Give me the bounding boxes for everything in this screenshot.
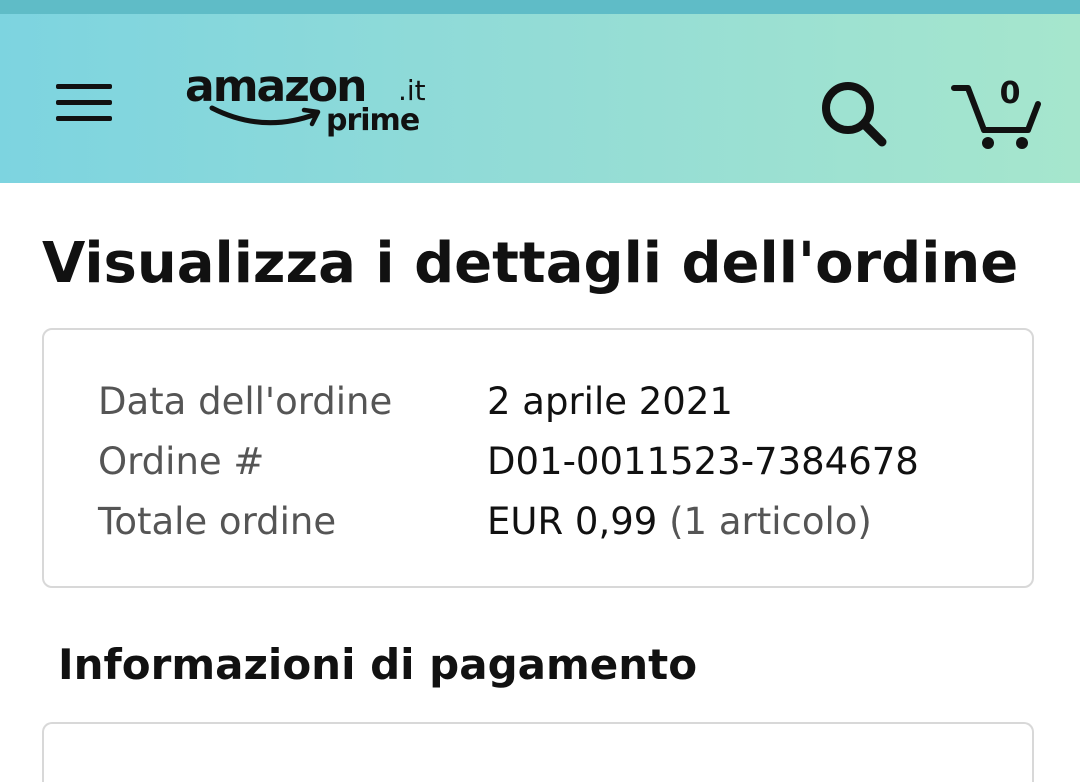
status-bar-strip bbox=[0, 0, 1080, 14]
payment-info-card bbox=[42, 722, 1034, 782]
order-date-row: Data dell'ordine 2 aprile 2021 bbox=[98, 372, 998, 432]
order-date-label: Data dell'ordine bbox=[98, 380, 393, 423]
search-button[interactable] bbox=[818, 78, 890, 150]
order-summary-card: Data dell'ordine 2 aprile 2021 Ordine # … bbox=[42, 328, 1034, 588]
order-number-row: Ordine # D01-0011523-7384678 bbox=[98, 432, 998, 492]
order-total-value-group: EUR 0,99 (1 articolo) bbox=[487, 492, 872, 552]
order-item-count: (1 articolo) bbox=[669, 500, 872, 543]
cart-button[interactable]: 0 bbox=[950, 74, 1042, 154]
order-number-value: D01-0011523-7384678 bbox=[487, 440, 919, 483]
page-title: Visualizza i dettagli dell'ordine bbox=[42, 231, 1019, 296]
amazon-prime-logo[interactable]: amazon .it prime bbox=[182, 62, 442, 152]
order-total-label: Totale ordine bbox=[98, 500, 337, 543]
search-icon bbox=[822, 82, 887, 147]
logo-prime: prime bbox=[326, 103, 420, 138]
cart-count-badge: 0 bbox=[999, 76, 1021, 111]
hamburger-menu-icon bbox=[56, 84, 112, 121]
payment-info-title: Informazioni di pagamento bbox=[58, 640, 698, 689]
app-header: amazon .it prime 0 bbox=[0, 14, 1080, 183]
menu-button[interactable] bbox=[50, 78, 118, 128]
order-date-value: 2 aprile 2021 bbox=[487, 380, 733, 423]
order-total-value: EUR 0,99 bbox=[487, 500, 658, 543]
order-total-row: Totale ordine EUR 0,99 (1 articolo) bbox=[98, 492, 998, 552]
amazon-smile-icon bbox=[209, 105, 321, 127]
order-number-label: Ordine # bbox=[98, 440, 265, 483]
